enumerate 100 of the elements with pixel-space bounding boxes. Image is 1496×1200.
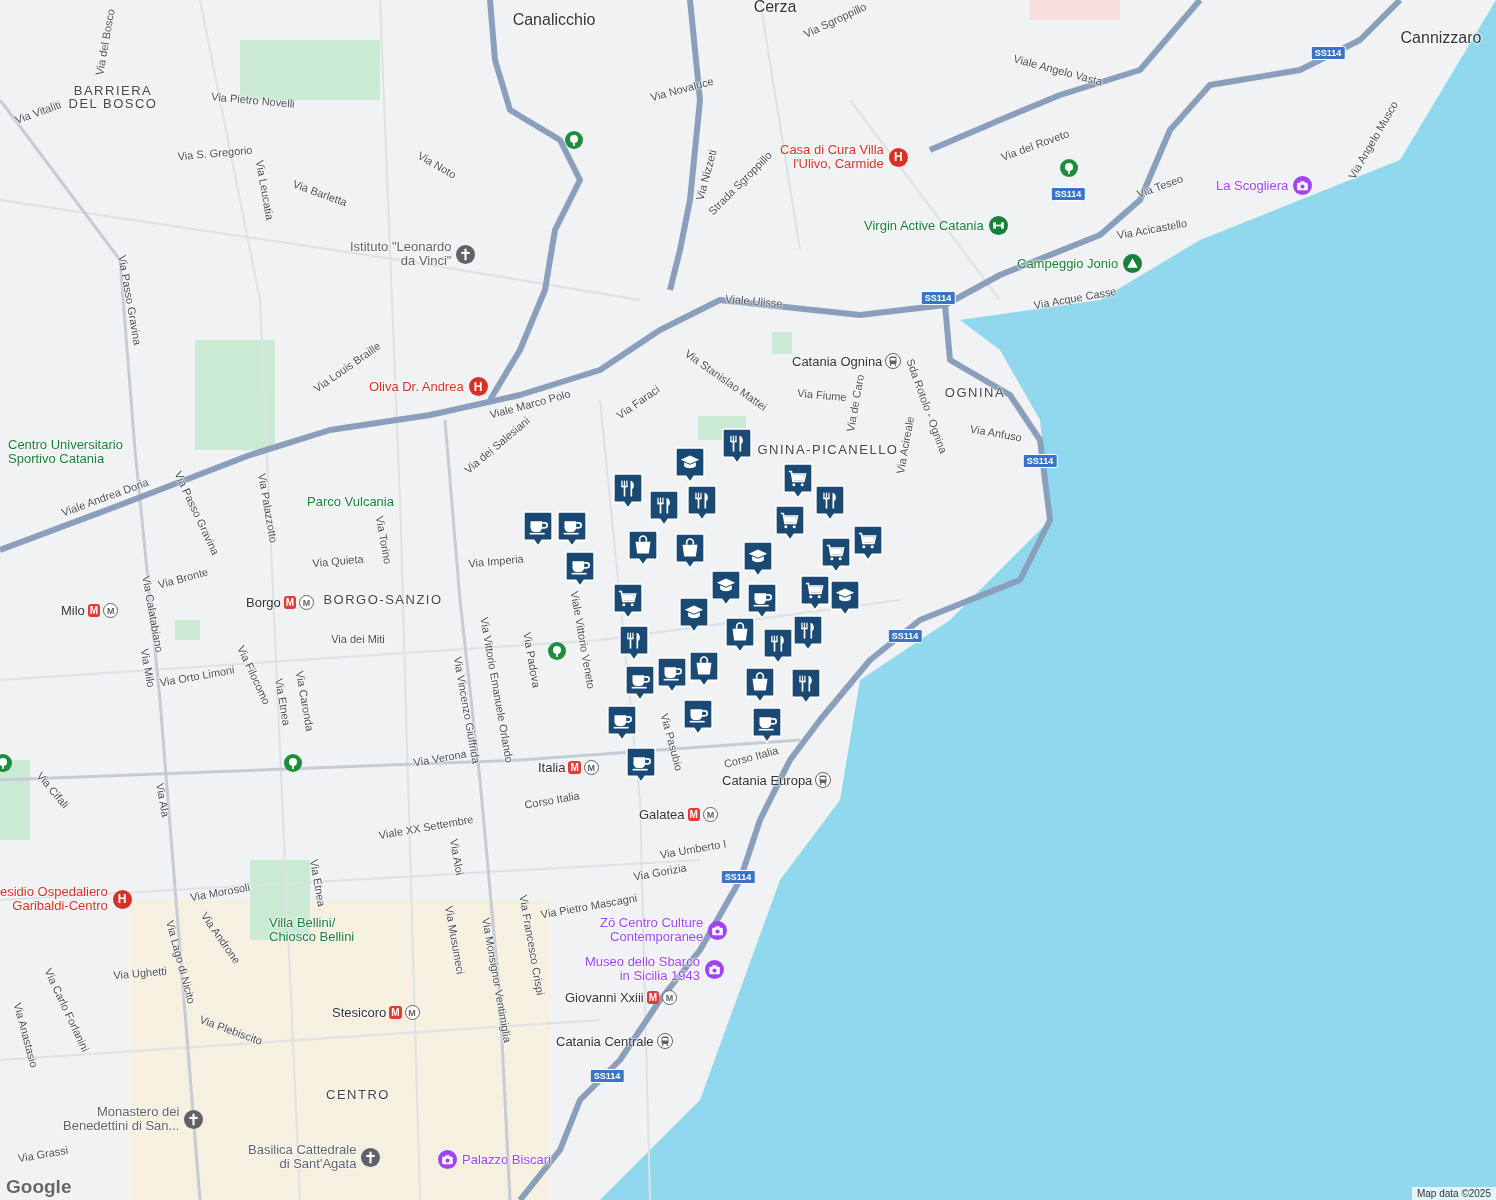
- poi-label[interactable]: Istituto "Leonardo da Vinci": [350, 240, 452, 268]
- road-label: Via Morosoli: [189, 880, 251, 904]
- cart-marker-icon[interactable]: [613, 583, 643, 620]
- cup-marker-icon[interactable]: [747, 583, 777, 620]
- metro-icon[interactable]: M: [568, 761, 581, 774]
- fork-knife-marker-icon[interactable]: [619, 625, 649, 662]
- metro-icon[interactable]: M: [103, 603, 119, 618]
- station-label[interactable]: Catania Ognina: [792, 353, 883, 369]
- metro-icon[interactable]: M: [646, 991, 660, 1004]
- poi-label[interactable]: Oliva Dr. Andrea: [369, 379, 464, 394]
- poi-label[interactable]: Basilica Cattedrale di Sant'Agata: [248, 1143, 357, 1171]
- station-label[interactable]: Borgo: [246, 595, 281, 610]
- train-icon[interactable]: [656, 1033, 673, 1049]
- cup-marker-icon[interactable]: [607, 705, 637, 742]
- camera-icon[interactable]: [704, 959, 724, 979]
- cart-marker-icon[interactable]: [821, 537, 851, 574]
- tree-icon[interactable]: [1060, 159, 1078, 177]
- cup-marker-icon[interactable]: [683, 699, 713, 736]
- poi-label[interactable]: Campeggio Jonio: [1017, 256, 1119, 271]
- poi-label[interactable]: La Scogliera: [1216, 178, 1289, 193]
- cart-marker-icon[interactable]: [853, 525, 883, 562]
- station-label[interactable]: Galatea: [639, 807, 685, 822]
- dumbbell-icon[interactable]: [988, 216, 1008, 235]
- hospital-icon[interactable]: H: [888, 147, 908, 167]
- road-label: Via Anfuso: [969, 422, 1023, 444]
- highway-shield: SS114: [720, 870, 756, 884]
- cup-marker-icon[interactable]: [523, 511, 553, 548]
- road-label: Via Torino: [373, 515, 395, 565]
- cup-marker-icon[interactable]: [557, 511, 587, 548]
- train-icon[interactable]: [885, 353, 902, 369]
- metro-icon[interactable]: M: [299, 595, 315, 610]
- poi-label[interactable]: Virgin Active Catania: [864, 218, 984, 233]
- metro-icon[interactable]: M: [687, 808, 700, 821]
- fork-knife-marker-icon[interactable]: [815, 485, 845, 522]
- tree-icon[interactable]: [565, 131, 583, 149]
- station-label[interactable]: Giovanni Xxiii: [565, 990, 644, 1005]
- road-label: Via Bronte: [156, 565, 210, 591]
- poi-label[interactable]: Villa Bellini/ Chiosco Bellini: [269, 916, 355, 944]
- fork-knife-marker-icon[interactable]: [722, 428, 752, 465]
- bag-marker-icon[interactable]: [745, 667, 775, 704]
- mortarboard-marker-icon[interactable]: [743, 541, 773, 578]
- road-label: Via Novaluce: [649, 74, 715, 104]
- district-label: GNINA-PICANELLO: [757, 441, 899, 457]
- hospital-icon[interactable]: H: [468, 377, 488, 396]
- camera-icon[interactable]: [708, 920, 728, 940]
- cup-marker-icon[interactable]: [752, 707, 782, 744]
- station-label[interactable]: Catania Centrale: [556, 1033, 654, 1049]
- metro-icon[interactable]: M: [583, 760, 599, 775]
- station-label[interactable]: Stesicoro: [332, 1005, 387, 1020]
- park-area: [772, 332, 792, 354]
- fork-knife-marker-icon[interactable]: [763, 628, 793, 665]
- metro-icon[interactable]: M: [389, 1006, 402, 1019]
- bag-marker-icon[interactable]: [628, 530, 658, 567]
- camera-icon[interactable]: [438, 1150, 457, 1169]
- camera-icon[interactable]: [1293, 176, 1313, 195]
- poi-label[interactable]: Palazzo Biscari: [462, 1152, 551, 1167]
- cart-marker-icon[interactable]: [783, 463, 813, 500]
- logo: Google: [6, 1176, 72, 1198]
- metro-icon[interactable]: M: [702, 807, 718, 822]
- bag-marker-icon[interactable]: [675, 533, 705, 570]
- poi-label[interactable]: esidio Ospedaliero Garibaldi-Centro: [0, 885, 108, 913]
- cross-icon[interactable]: [361, 1147, 381, 1167]
- cup-marker-icon[interactable]: [565, 551, 595, 588]
- station-label[interactable]: Catania Europa: [722, 772, 813, 788]
- fork-knife-marker-icon[interactable]: [791, 668, 821, 705]
- road-label: Viale Angelo Vasta: [1012, 52, 1104, 88]
- station-label[interactable]: Milo: [61, 603, 85, 618]
- cup-marker-icon[interactable]: [626, 747, 656, 784]
- road-label: Via Monsignor Ventimiglia: [480, 916, 514, 1044]
- metro-icon[interactable]: M: [662, 990, 678, 1005]
- cart-marker-icon[interactable]: [800, 575, 830, 612]
- fork-knife-marker-icon[interactable]: [687, 485, 717, 522]
- poi-label[interactable]: Zō Centro Culture Contemporanee: [600, 916, 704, 944]
- fork-knife-marker-icon[interactable]: [613, 473, 643, 510]
- metro-icon[interactable]: M: [283, 596, 297, 609]
- cup-marker-icon[interactable]: [625, 665, 655, 702]
- mortarboard-marker-icon[interactable]: [830, 580, 860, 617]
- fork-knife-marker-icon[interactable]: [649, 490, 679, 527]
- road-label: Via Passo Gravina: [116, 254, 144, 346]
- tree-icon[interactable]: [284, 754, 302, 772]
- bag-marker-icon[interactable]: [725, 617, 755, 654]
- train-icon[interactable]: [815, 772, 832, 788]
- cup-marker-icon[interactable]: [657, 657, 687, 694]
- poi-label[interactable]: Casa di Cura Villa l'Ulivo, Carmide: [780, 143, 884, 171]
- fork-knife-marker-icon[interactable]: [793, 615, 823, 652]
- metro-icon[interactable]: M: [87, 604, 101, 617]
- tent-icon[interactable]: [1123, 254, 1143, 273]
- bag-marker-icon[interactable]: [689, 651, 719, 688]
- poi-label[interactable]: Parco Vulcania: [307, 495, 394, 509]
- tree-icon[interactable]: [548, 642, 566, 660]
- mortarboard-marker-icon[interactable]: [711, 570, 741, 607]
- mortarboard-marker-icon[interactable]: [675, 447, 705, 484]
- cart-marker-icon[interactable]: [775, 505, 805, 542]
- poi-label[interactable]: Monastero dei Benedettini di San...: [63, 1105, 180, 1133]
- cross-icon[interactable]: [456, 244, 476, 264]
- hospital-icon[interactable]: H: [112, 889, 132, 909]
- cross-icon[interactable]: [184, 1109, 204, 1129]
- station-label[interactable]: Italia: [538, 760, 566, 775]
- poi-label[interactable]: Centro Universitario Sportivo Catania: [8, 438, 123, 466]
- mortarboard-marker-icon[interactable]: [679, 597, 709, 634]
